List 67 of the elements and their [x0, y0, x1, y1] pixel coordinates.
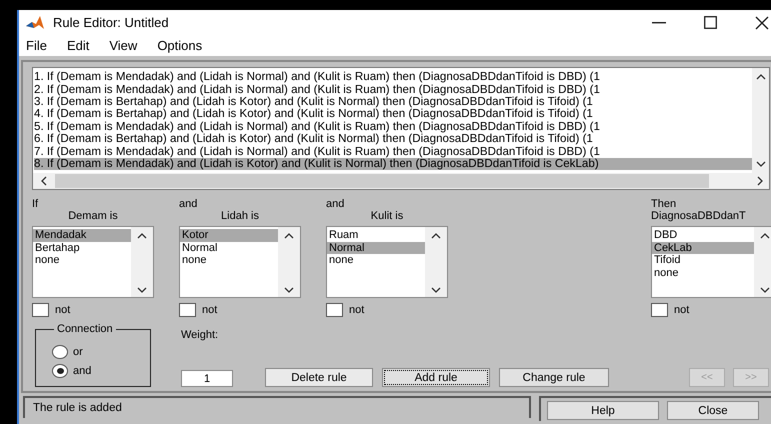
rule-row[interactable]: 8. If (Demam is Mendadak) and (Lidah is Kotor) and (Kulit is Normal) then (DiagnosaDBDdanTifoid is CekLab) — [34, 158, 752, 170]
variable-label: Kulit is — [370, 210, 404, 224]
menu-item[interactable]: File — [26, 38, 47, 54]
rule-button[interactable]: Add rule — [382, 368, 490, 388]
connector-label: Then — [651, 198, 678, 210]
term-list[interactable]: Mendadak Bertahap none — [32, 226, 154, 298]
weight-field[interactable]: 1 — [181, 370, 233, 388]
connector-label: and — [179, 198, 198, 210]
minimize-icon[interactable] — [652, 22, 666, 24]
term-list[interactable]: Kotor Normal none — [179, 226, 301, 298]
term-list[interactable]: DBD CekLab Tifoid none — [651, 226, 771, 298]
weight-label: Weight: — [181, 329, 220, 342]
radio-button[interactable] — [52, 344, 68, 359]
checkbox-label: not — [202, 304, 218, 316]
term-item[interactable]: Normal — [327, 242, 425, 254]
term-item[interactable]: none — [180, 254, 278, 267]
term-list[interactable]: Ruam Normal none — [326, 226, 448, 298]
term-item[interactable]: Bertahap — [33, 242, 131, 254]
radio-label: and — [73, 364, 92, 377]
menu-item[interactable]: Edit — [66, 38, 90, 54]
peak-icon — [25, 14, 45, 31]
term-item[interactable]: Kotor — [180, 229, 278, 242]
not-checkbox[interactable] — [179, 303, 196, 318]
rule-button[interactable]: Delete rule — [265, 368, 373, 388]
term-item[interactable]: DBD — [652, 229, 754, 242]
menu-item[interactable]: Options — [157, 38, 202, 54]
term-item[interactable]: Normal — [180, 242, 278, 254]
close-icon[interactable] — [755, 16, 769, 30]
scrollbar[interactable] — [752, 68, 769, 174]
radio-button[interactable] — [52, 364, 68, 378]
maximize-icon[interactable] — [704, 16, 717, 30]
term-item[interactable]: Tifoid — [652, 254, 754, 267]
rule-row[interactable]: 5. If (Demam is Mendadak) and (Lidah is Normal) and (Kulit is Ruam) then (DiagnosaDBDdanTifoid is DBD) (1 — [34, 120, 752, 134]
dialog-button[interactable]: Help — [547, 401, 659, 420]
rule-row[interactable]: 1. If (Demam is Mendadak) and (Lidah is Normal) and (Kulit is Ruam) then (DiagnosaDBDdanTifoid is DBD) (1 — [34, 71, 752, 84]
not-checkbox[interactable] — [651, 303, 668, 318]
term-item[interactable]: none — [652, 266, 754, 280]
term-item[interactable]: none — [33, 254, 131, 267]
checkbox-label: not — [674, 304, 690, 316]
dialog-button[interactable]: Close — [667, 401, 759, 420]
variable-label: DiagnosaDBDdanT — [651, 210, 747, 224]
connector-label: and — [326, 198, 346, 210]
connector-label: If — [32, 198, 40, 210]
checkbox-label: not — [55, 304, 70, 316]
checkbox-label: not — [349, 304, 364, 316]
rule-row[interactable]: 4. If (Demam is Bertahap) and (Lidah is Kotor) and (Kulit is Normal) then (DiagnosaDBDdanTifoid is Tifoid) (1 — [34, 108, 752, 121]
radio-label: or — [73, 346, 83, 358]
term-item[interactable]: Mendadak — [33, 229, 131, 242]
term-item[interactable]: CekLab — [652, 242, 754, 254]
scrollbar[interactable] — [33, 173, 769, 190]
rule-list[interactable] — [32, 67, 770, 190]
window-title: Rule Editor: Untitled — [53, 15, 169, 30]
menu-item[interactable]: View — [109, 38, 138, 54]
rule-row[interactable]: 2. If (Demam is Mendadak) and (Lidah is Normal) and (Kulit is Ruam) then (DiagnosaDBDdanTifoid is DBD) (1 — [34, 84, 752, 96]
rule-row[interactable]: 7. If (Demam is Mendadak) and (Lidah is Normal) and (Kulit is Ruam) then (DiagnosaDBDdanTifoid is DBD) (1 — [34, 146, 752, 158]
term-item[interactable]: Ruam — [327, 229, 425, 242]
scroll-thumb[interactable] — [55, 174, 709, 188]
status-bar: The rule is added — [23, 396, 531, 418]
not-checkbox[interactable] — [326, 303, 343, 318]
term-item[interactable]: none — [327, 254, 425, 267]
variable-label: Lidah is — [220, 210, 260, 224]
rule-button[interactable]: Change rule — [499, 368, 609, 388]
not-checkbox[interactable] — [32, 303, 49, 318]
group-title: Connection — [54, 323, 116, 336]
rule-row[interactable]: 6. If (Demam is Bertahap) and (Lidah is Kotor) and (Kulit is Normal) then (DiagnosaDBDdanTifoid is Tifoid) (1 — [34, 133, 752, 146]
rule-row[interactable]: 3. If (Demam is Bertahap) and (Lidah is Kotor) and (Kulit is Normal) then (DiagnosaDBDdanTifoid is Tifoid) (1 — [34, 96, 752, 108]
variable-label: Demam is — [67, 210, 119, 224]
